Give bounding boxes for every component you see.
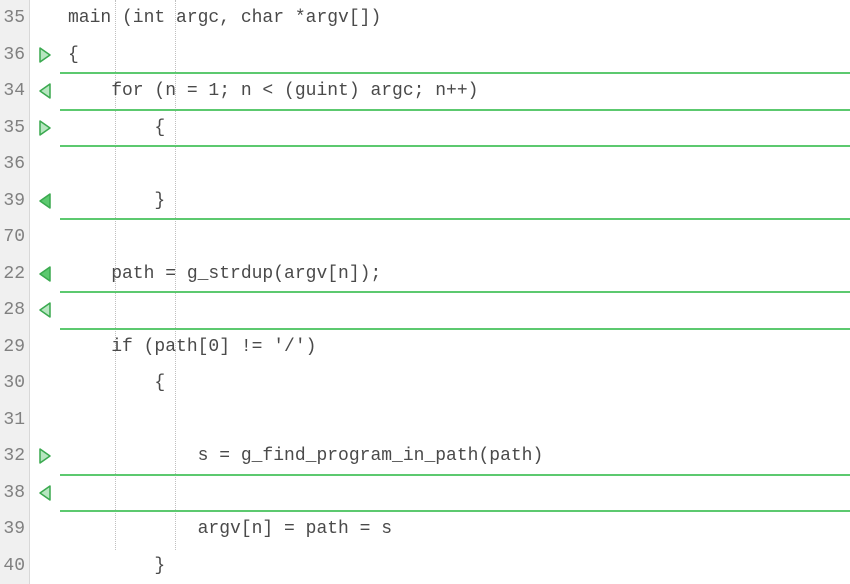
fold-gutter[interactable] [30,292,60,329]
fold-gutter [30,402,60,439]
code-text[interactable]: s = g_find_program_in_path(path) [60,438,850,475]
fold-gutter[interactable] [30,438,60,475]
code-text[interactable]: path = g_strdup(argv[n]); [60,256,850,293]
fold-divider [60,291,850,293]
line-number: 36 [0,37,30,74]
fold-divider [60,72,850,74]
code-line[interactable]: 28 [0,292,850,329]
fold-divider [60,145,850,147]
fold-gutter[interactable] [30,73,60,110]
code-text[interactable]: main (int argc, char *argv[]) [60,0,850,37]
code-line[interactable]: 35 main (int argc, char *argv[]) [0,0,850,37]
fold-gutter[interactable] [30,256,60,293]
code-text[interactable] [60,402,850,439]
fold-gutter [30,365,60,402]
line-number: 35 [0,0,30,37]
code-editor[interactable]: 35main (int argc, char *argv[])36 {34 fo… [0,0,850,550]
code-line[interactable]: 38 [0,475,850,512]
fold-gutter [30,548,60,584]
line-number: 32 [0,438,30,475]
code-text[interactable]: { [60,110,850,147]
line-number: 39 [0,511,30,548]
code-line[interactable]: 36 [0,146,850,183]
line-number: 70 [0,219,30,256]
line-number: 40 [0,548,30,584]
fold-gutter [30,511,60,548]
fold-divider [60,510,850,512]
code-text[interactable] [60,292,850,329]
code-text[interactable]: { [60,365,850,402]
fold-collapse-icon [38,266,52,282]
code-line[interactable]: 34 for (n = 1; n < (guint) argc; n++) [0,73,850,110]
fold-gutter [30,329,60,366]
line-number: 39 [0,183,30,220]
code-text[interactable]: } [60,183,850,220]
code-line[interactable]: 70 [0,219,850,256]
fold-gutter[interactable] [30,183,60,220]
code-line[interactable]: 31 [0,402,850,439]
code-text[interactable] [60,219,850,256]
line-number: 22 [0,256,30,293]
fold-divider [60,109,850,111]
fold-collapse-icon [38,193,52,209]
line-number: 38 [0,475,30,512]
code-line[interactable]: 29 if (path[0] != '/') [0,329,850,366]
fold-collapse-icon [38,485,52,501]
line-number: 31 [0,402,30,439]
fold-gutter [30,219,60,256]
code-text[interactable]: } [60,548,850,584]
fold-divider [60,474,850,476]
code-text[interactable]: if (path[0] != '/') [60,329,850,366]
fold-expand-icon [38,448,52,464]
code-line[interactable]: 30 { [0,365,850,402]
fold-gutter[interactable] [30,475,60,512]
code-line[interactable]: 35 { [0,110,850,147]
fold-gutter[interactable] [30,110,60,147]
fold-collapse-icon [38,302,52,318]
line-number: 30 [0,365,30,402]
code-text[interactable] [60,146,850,183]
code-line[interactable]: 39 } [0,183,850,220]
fold-collapse-icon [38,83,52,99]
fold-expand-icon [38,47,52,63]
code-line[interactable]: 36 { [0,37,850,74]
code-text[interactable]: argv[n] = path = s [60,511,850,548]
code-line[interactable]: 40 } [0,548,850,584]
line-number: 34 [0,73,30,110]
line-number: 28 [0,292,30,329]
fold-divider [60,218,850,220]
code-text[interactable]: for (n = 1; n < (guint) argc; n++) [60,73,850,110]
line-number: 36 [0,146,30,183]
fold-gutter [30,0,60,37]
fold-divider [60,328,850,330]
code-line[interactable]: 32 s = g_find_program_in_path(path) [0,438,850,475]
code-line[interactable]: 22 path = g_strdup(argv[n]); [0,256,850,293]
line-number: 29 [0,329,30,366]
line-number: 35 [0,110,30,147]
code-text[interactable]: { [60,37,850,74]
code-text[interactable] [60,475,850,512]
fold-gutter[interactable] [30,37,60,74]
fold-gutter [30,146,60,183]
fold-expand-icon [38,120,52,136]
code-line[interactable]: 39 argv[n] = path = s [0,511,850,548]
